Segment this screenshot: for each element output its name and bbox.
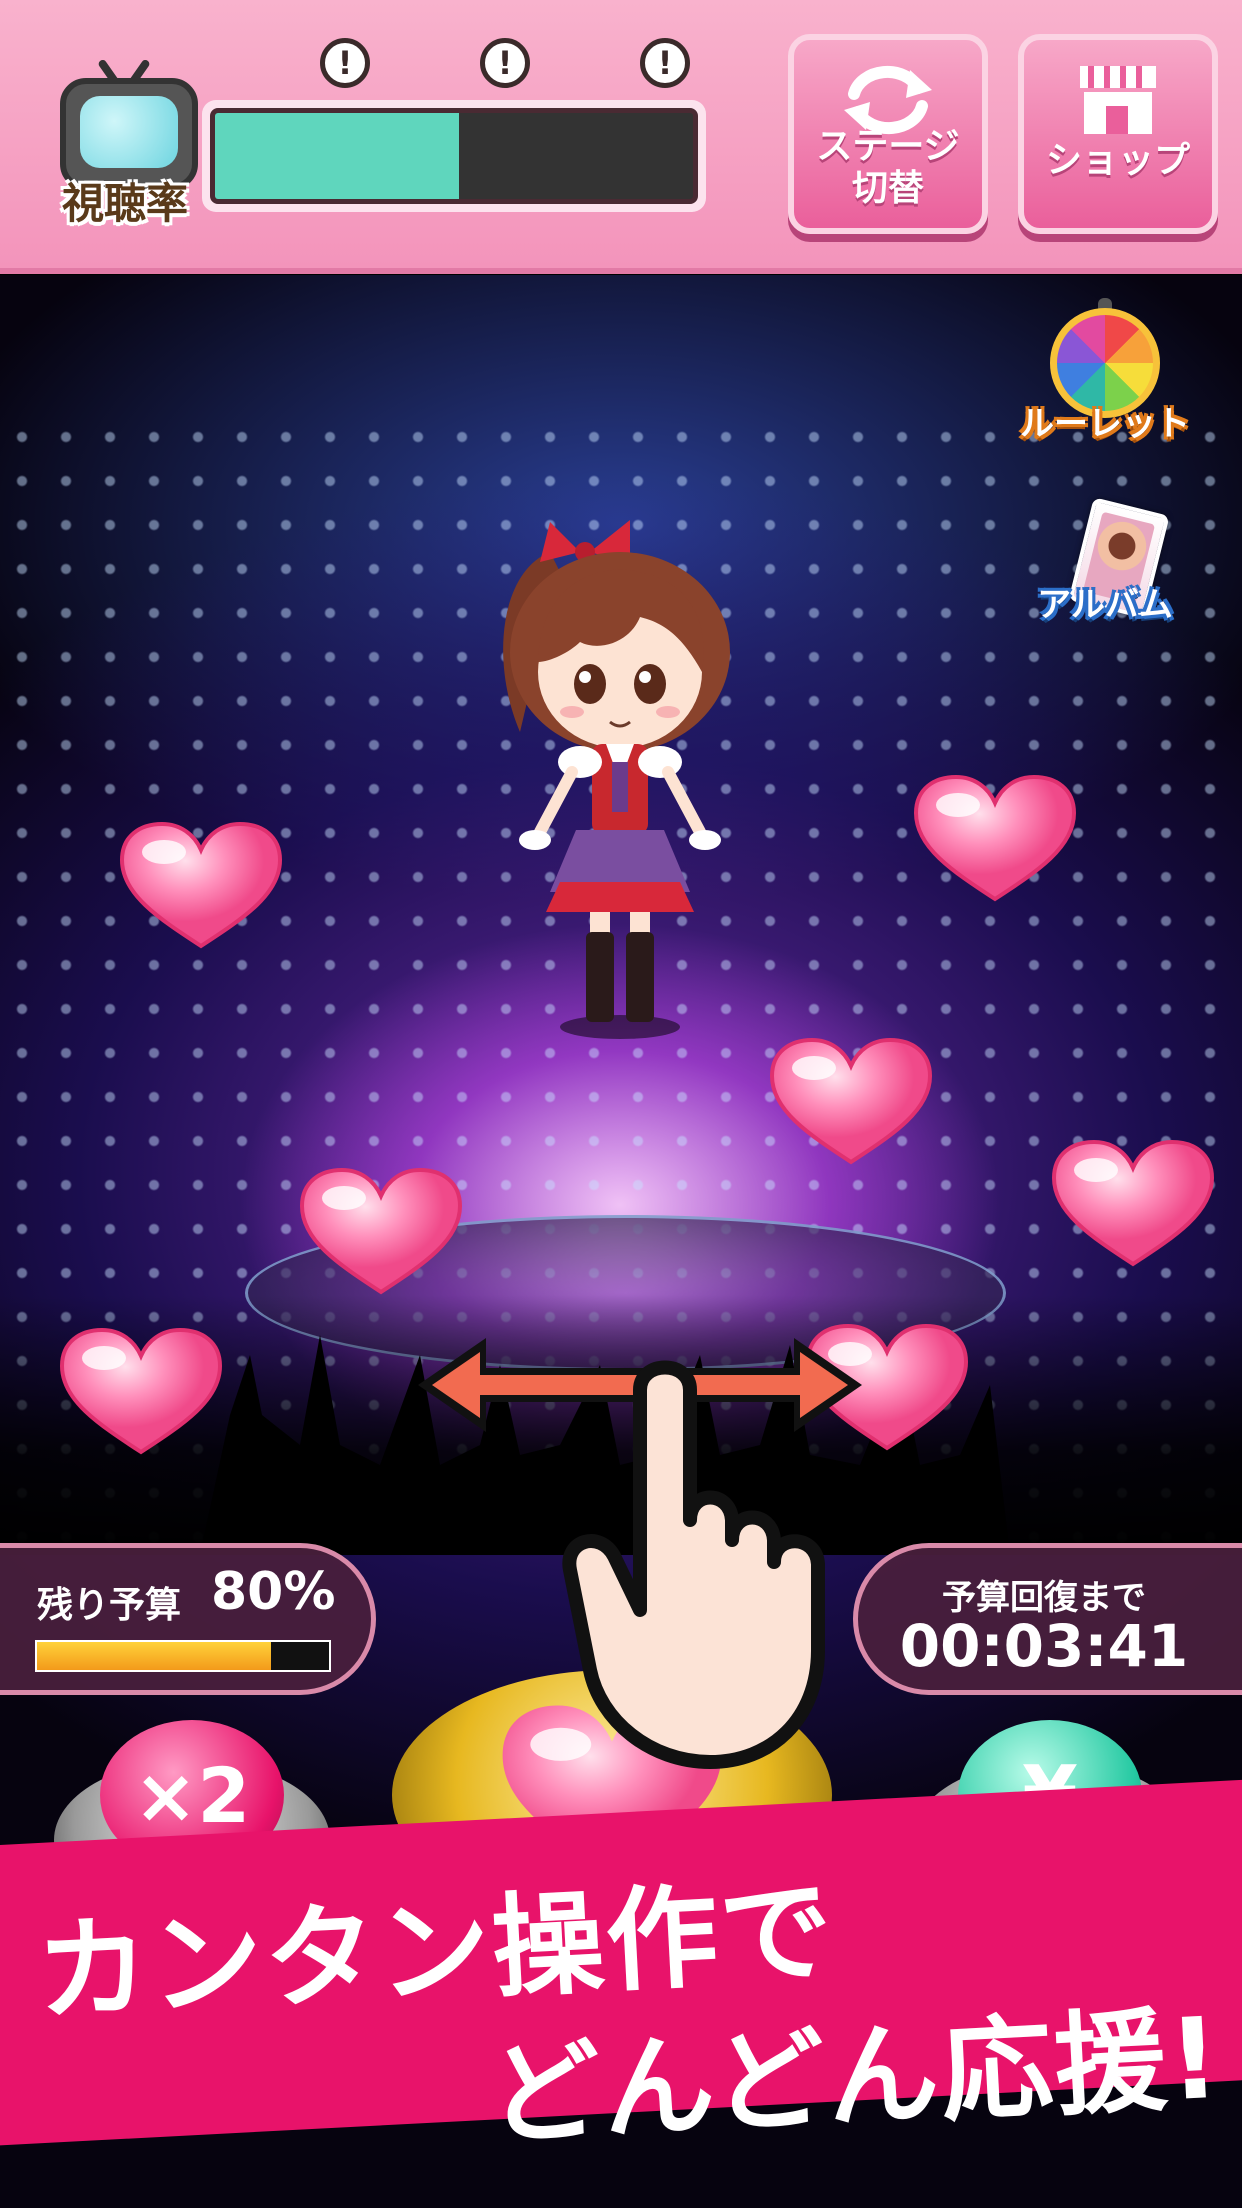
floating-heart-icon[interactable]: [118, 820, 284, 950]
remaining-budget-label: 残り予算: [37, 1585, 182, 1626]
stage-switch-button[interactable]: ステージ 切替: [788, 34, 988, 234]
rating-milestone-alert-icon: !: [640, 38, 690, 88]
remaining-budget-bar: [35, 1640, 331, 1672]
hand-pointer-icon: [560, 1350, 850, 1770]
rating-progress-fill: [215, 113, 459, 199]
tv-screen: [80, 96, 178, 168]
idol-character: [480, 512, 760, 1042]
rating-milestone-alert-icon: !: [320, 38, 370, 88]
top-bar: 視聴率 ! ! ! ステージ 切替 ショップ: [0, 0, 1242, 268]
rating-progress-track: [210, 108, 698, 204]
remaining-budget-panel: 残り予算 80%: [0, 1543, 376, 1695]
audience-rating-badge: 視聴率: [50, 58, 200, 228]
budget-recovery-timer: 00:03:41: [899, 1612, 1189, 1680]
floating-heart-icon[interactable]: [298, 1166, 464, 1296]
rating-label: 視聴率: [61, 179, 188, 228]
stage-switch-label: ステージ 切替: [816, 126, 960, 209]
rating-progress-bar: [202, 100, 706, 212]
floating-heart-icon[interactable]: [768, 1036, 934, 1166]
rating-milestone-alert-icon: !: [480, 38, 530, 88]
remaining-budget-value: 80%: [211, 1562, 336, 1622]
remaining-budget-fill: [37, 1642, 271, 1670]
floating-heart-icon[interactable]: [912, 773, 1078, 903]
shop-label: ショップ: [1045, 140, 1190, 181]
floating-heart-icon[interactable]: [58, 1326, 224, 1456]
shop-button[interactable]: ショップ: [1018, 34, 1218, 234]
roulette-button[interactable]: ルーレット: [1010, 298, 1200, 458]
album-button[interactable]: アルバム: [1010, 497, 1200, 645]
album-label: アルバム: [1037, 585, 1173, 625]
floating-heart-icon[interactable]: [1050, 1138, 1216, 1268]
roulette-label: ルーレット: [1020, 404, 1190, 444]
budget-recovery-panel: 予算回復まで 00:03:41: [853, 1543, 1242, 1695]
